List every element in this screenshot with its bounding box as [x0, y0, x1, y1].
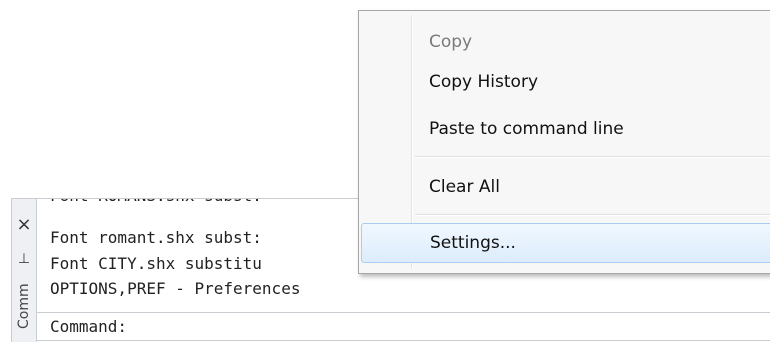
menu-item-label: Copy History — [429, 72, 539, 92]
menu-separator — [415, 156, 770, 158]
history-line: Font romant.shx subst: — [50, 228, 262, 247]
menu-item-label: Settings... — [430, 233, 516, 253]
history-line: Font CITY.shx substitu — [50, 254, 262, 273]
menu-item-paste-to-command-line[interactable]: Paste to command line — [361, 110, 770, 148]
menu-item-copy[interactable]: Copy — [361, 23, 770, 61]
command-input[interactable] — [146, 315, 766, 337]
command-window-titlebar[interactable]: × ⊥ Comm — [11, 198, 37, 342]
command-window-title: Comm — [16, 283, 32, 329]
menu-item-clear-all[interactable]: Clear All — [361, 168, 770, 206]
context-menu: Copy Copy History Paste to command line … — [358, 10, 770, 274]
menu-item-label: Paste to command line — [429, 119, 624, 139]
menu-item-copy-history[interactable]: Copy History — [361, 63, 770, 101]
history-line: Font ROMANS.shx subst: — [50, 199, 262, 208]
command-prompt: Command: — [50, 317, 128, 336]
history-line: OPTIONS,PREF - Preferences — [50, 279, 301, 298]
menu-separator — [415, 214, 770, 216]
menu-item-label: Copy — [429, 32, 473, 52]
menu-item-settings[interactable]: Settings... — [361, 223, 770, 263]
close-icon[interactable]: × — [14, 215, 34, 235]
command-line[interactable]: Command: — [36, 312, 770, 341]
pin-icon[interactable]: ⊥ — [14, 249, 34, 269]
menu-item-label: Clear All — [429, 177, 500, 197]
